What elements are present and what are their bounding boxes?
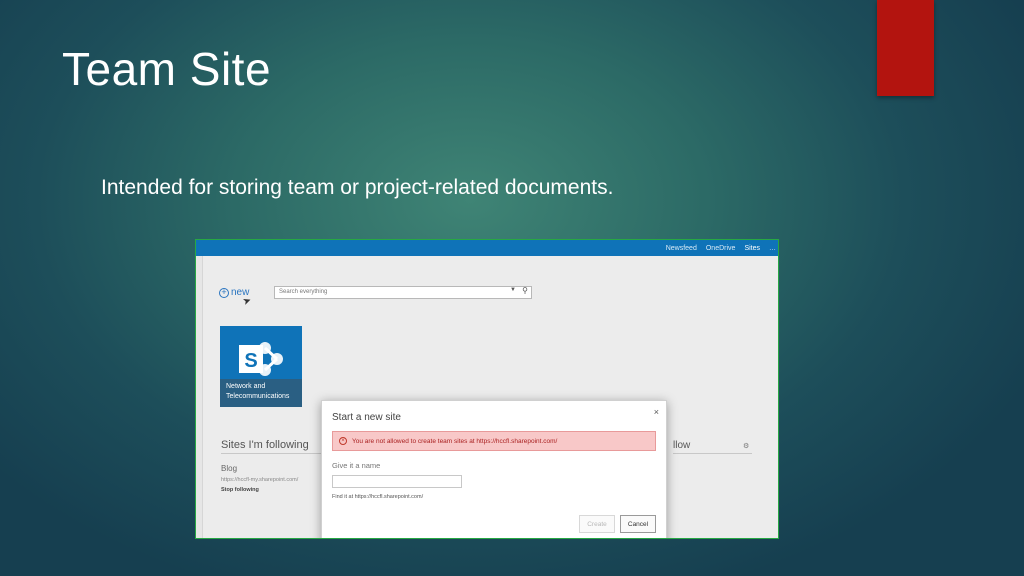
site-tile-label-line2: Telecommunications <box>226 393 290 400</box>
suggested-sites-title: llow <box>673 440 691 451</box>
error-text: You are not allowed to create team sites… <box>352 437 558 445</box>
error-icon: × <box>339 437 347 445</box>
suite-links: Newsfeed OneDrive Sites … <box>666 240 776 256</box>
site-tile[interactable]: S Network and Telecommunications <box>220 326 302 407</box>
site-tile-label: Network and Telecommunications <box>220 379 302 407</box>
divider <box>673 453 752 454</box>
site-name-input[interactable] <box>332 475 462 488</box>
suite-link-onedrive[interactable]: OneDrive <box>706 245 736 252</box>
followed-site-name[interactable]: Blog <box>221 464 237 473</box>
suite-link-newsfeed[interactable]: Newsfeed <box>666 245 697 252</box>
name-field-label: Give it a name <box>332 461 381 470</box>
slide-title: Team Site <box>62 43 272 95</box>
suite-link-sites[interactable]: Sites <box>744 245 760 252</box>
suite-bar: Newsfeed OneDrive Sites … <box>196 240 778 256</box>
svg-text:S: S <box>244 350 257 372</box>
dialog-title: Start a new site <box>332 412 401 423</box>
plus-circle-icon: + <box>219 287 229 298</box>
gear-icon[interactable]: ⚙ <box>743 442 749 450</box>
search-placeholder: Search everything <box>279 289 328 295</box>
error-message: × You are not allowed to create team sit… <box>332 431 656 451</box>
accent-bar <box>877 0 934 96</box>
sites-following-title: Sites I'm following <box>221 439 309 451</box>
suite-more-icon[interactable]: … <box>769 245 776 252</box>
sharepoint-screenshot: Newsfeed OneDrive Sites … + new ➤ Search… <box>195 239 779 539</box>
divider <box>221 453 321 454</box>
sharepoint-logo-icon: S <box>239 342 283 376</box>
site-tile-label-line1: Network and <box>226 383 266 390</box>
followed-site-url: https://hccfl-my.sharepoint.com/ <box>221 477 299 483</box>
search-input[interactable]: Search everything ▼ ⚲ <box>274 286 532 299</box>
close-icon[interactable]: × <box>654 407 659 417</box>
suite-link-sites-label: Sites <box>744 244 760 252</box>
site-url-label: Find it at https://hccfl.sharepoint.com/ <box>332 494 424 500</box>
create-button[interactable]: Create <box>579 515 615 533</box>
new-site-dialog: Start a new site × × You are not allowed… <box>321 400 667 538</box>
mouse-cursor-icon: ➤ <box>241 294 254 309</box>
chevron-down-icon[interactable]: ▼ <box>510 287 516 293</box>
search-icon[interactable]: ⚲ <box>522 286 528 295</box>
content-area: + new ➤ Search everything ▼ ⚲ S Network … <box>202 256 778 538</box>
stop-following-link[interactable]: Stop following <box>221 487 259 493</box>
cancel-button[interactable]: Cancel <box>620 515 656 533</box>
slide-bullet: Intended for storing team or project-rel… <box>101 176 614 199</box>
